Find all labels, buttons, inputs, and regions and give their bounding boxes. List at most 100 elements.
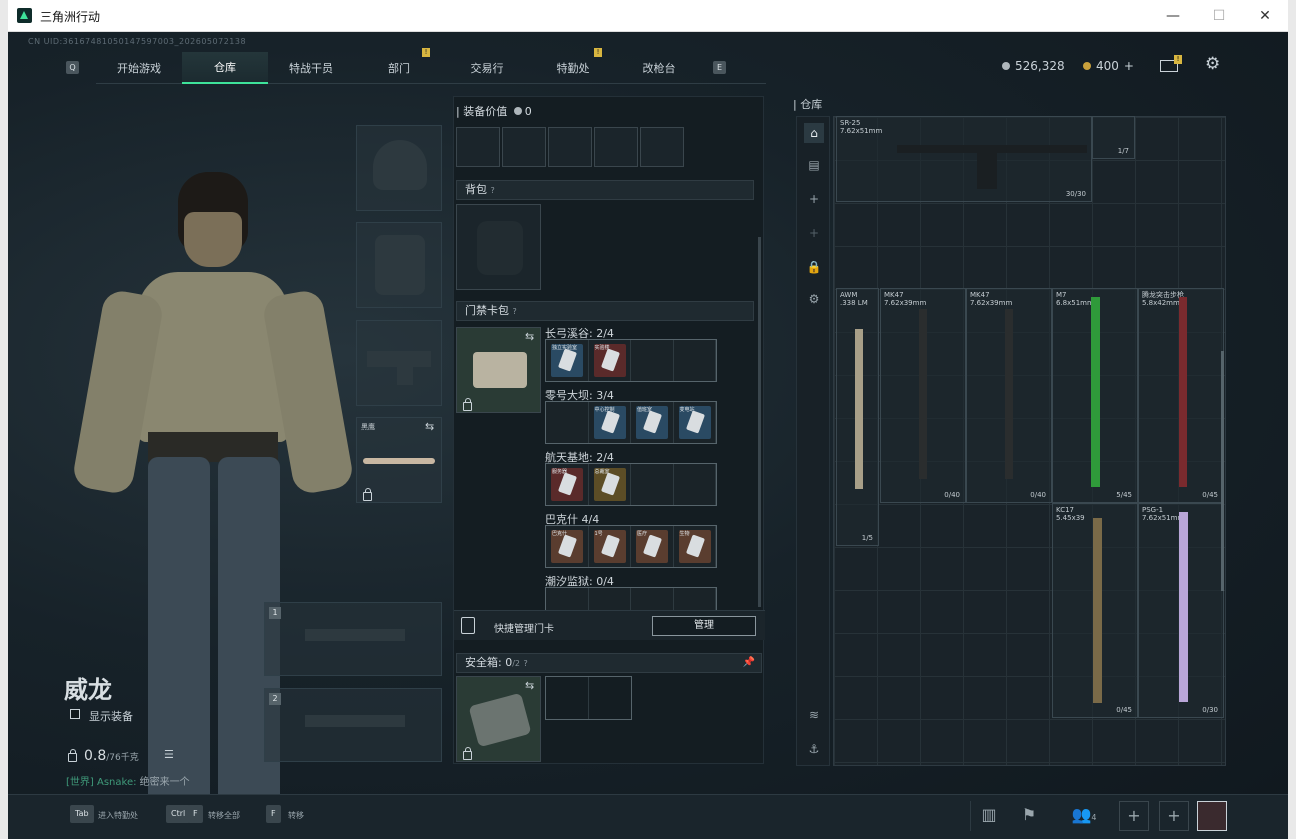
- transfer-all-label[interactable]: 转移全部: [208, 810, 240, 821]
- keycard-cell[interactable]: 实验楼: [589, 340, 631, 381]
- tab-gunsmith[interactable]: 改枪台: [616, 52, 702, 84]
- tab-trading[interactable]: 交易行: [444, 52, 530, 84]
- keycard-cell[interactable]: 独立实验室: [546, 340, 589, 381]
- ctrl-key-hint: Ctrl: [166, 805, 191, 823]
- weapon-item[interactable]: 腾龙突击步枪 5.8x42mm 0/45: [1138, 288, 1224, 503]
- keycard-tag: 总裁室: [594, 469, 610, 475]
- player-avatar[interactable]: [1197, 801, 1227, 831]
- keycard-tag: 巴克什: [552, 531, 568, 537]
- pocket-slot[interactable]: [502, 127, 546, 167]
- keycard-cell[interactable]: 巴克什: [546, 526, 589, 567]
- keycard-cell[interactable]: [674, 464, 716, 505]
- minimize-button[interactable]: —: [1150, 0, 1196, 32]
- settings-icon[interactable]: ⚙: [804, 289, 824, 309]
- keycard-cell[interactable]: 服务器: [546, 464, 589, 505]
- safebox-grid[interactable]: [545, 676, 632, 720]
- friends-icon[interactable]: 👥4: [1064, 801, 1104, 831]
- weapon-item[interactable]: M7 6.8x51mm 5/45: [1052, 288, 1138, 503]
- helmet-slot[interactable]: [356, 125, 442, 211]
- primary-weapon-slot-1[interactable]: 1: [264, 602, 442, 676]
- keycard-row[interactable]: 独立实验室 实验楼: [545, 339, 717, 382]
- keycard-case-slot[interactable]: ⇆: [456, 327, 541, 413]
- swap-icon[interactable]: ⇆: [425, 420, 434, 433]
- layers-icon[interactable]: ≋: [804, 705, 824, 725]
- pocket-slot[interactable]: [640, 127, 684, 167]
- keycard-cell[interactable]: [631, 340, 674, 381]
- close-button[interactable]: ✕: [1242, 0, 1288, 32]
- keycard-item[interactable]: 巴克什: [551, 530, 583, 563]
- ammo-item[interactable]: 1/7: [1092, 116, 1135, 159]
- tab-special-service[interactable]: 特勤处!: [530, 48, 616, 84]
- swap-icon[interactable]: ⇆: [525, 330, 534, 343]
- warehouse-scrollbar[interactable]: [1221, 351, 1224, 591]
- keycard-item[interactable]: 独立实验室: [551, 344, 583, 377]
- melee-name: 黑鹰: [361, 423, 375, 431]
- keycard-cell[interactable]: 值班室: [631, 402, 674, 443]
- weapon-item[interactable]: PSG-1 7.62x51mm 0/30: [1138, 503, 1224, 718]
- enter-special-label[interactable]: 进入特勤处: [98, 810, 138, 821]
- anchor-icon[interactable]: ⚓: [804, 739, 824, 759]
- keycard-row[interactable]: 服务器 总裁室: [545, 463, 717, 506]
- lock-icon[interactable]: 🔒: [804, 257, 824, 277]
- weapon-item[interactable]: MK47 7.62x39mm 0/40: [966, 288, 1052, 503]
- pistol-slot[interactable]: [356, 320, 442, 406]
- keycard-item[interactable]: 实验楼: [593, 344, 626, 377]
- list-icon[interactable]: ☰: [164, 748, 174, 761]
- keycard-cell[interactable]: [546, 402, 589, 443]
- tab-department[interactable]: 部门!: [354, 48, 444, 84]
- keycard-item[interactable]: 医疗: [636, 530, 668, 563]
- keycard-item[interactable]: 值班室: [636, 406, 668, 439]
- keycard-cell[interactable]: 变电站: [674, 402, 716, 443]
- settings-gear-icon[interactable]: ⚙: [1205, 54, 1220, 74]
- flag-icon[interactable]: ⚑: [1014, 801, 1044, 831]
- keycard-row[interactable]: 中心控制 值班室 变电站: [545, 401, 717, 444]
- keycard-item[interactable]: 1号: [593, 530, 626, 563]
- manage-button[interactable]: 管理: [652, 616, 756, 636]
- keycard-cell[interactable]: 医疗: [631, 526, 674, 567]
- keycard-cell[interactable]: 1号: [589, 526, 631, 567]
- weapon-item[interactable]: AWM .338 LM 1/5: [836, 288, 879, 546]
- add-icon[interactable]: +: [804, 189, 824, 209]
- melee-slot[interactable]: 黑鹰 ⇆: [356, 417, 442, 503]
- home-icon[interactable]: ⌂: [804, 123, 824, 143]
- quick-manage-label: 快捷管理门卡: [494, 624, 554, 635]
- weapon-item[interactable]: SR-25 7.62x51mm 30/30: [836, 116, 1092, 202]
- tab-operators[interactable]: 特战干员: [268, 52, 354, 84]
- tab-warehouse[interactable]: 仓库: [182, 52, 268, 84]
- weapon-item[interactable]: KC17 5.45x39 0/45: [1052, 503, 1138, 718]
- keycard-cell[interactable]: 中心控制: [589, 402, 631, 443]
- pocket-slot[interactable]: [594, 127, 638, 167]
- transfer-label[interactable]: 转移: [288, 810, 304, 821]
- tab-start-game[interactable]: 开始游戏: [96, 52, 182, 84]
- backpack-slot[interactable]: [456, 204, 541, 290]
- bottom-bar: Tab 进入特勤处 Ctrl F 转移全部 F 转移 ▥ ⚑ 👥4 + +: [8, 794, 1288, 839]
- pin-icon[interactable]: 📌: [743, 654, 755, 672]
- keycard-cell[interactable]: 总裁室: [589, 464, 631, 505]
- keycard-item[interactable]: 生物: [678, 530, 711, 563]
- add-party-slot-button[interactable]: +: [1119, 801, 1149, 831]
- primary-weapon-slot-2[interactable]: 2: [264, 688, 442, 762]
- loadout-scrollbar[interactable]: [758, 237, 761, 607]
- armor-slot[interactable]: [356, 222, 442, 308]
- folder-icon[interactable]: ▤: [804, 155, 824, 175]
- show-gear-checkbox[interactable]: [70, 709, 80, 719]
- maximize-button[interactable]: ☐: [1196, 0, 1242, 32]
- add-party-slot-button[interactable]: +: [1159, 801, 1189, 831]
- keycard-item[interactable]: 服务器: [551, 468, 583, 501]
- keycard-item[interactable]: 变电站: [678, 406, 711, 439]
- pocket-slot[interactable]: [548, 127, 592, 167]
- weapon-item[interactable]: MK47 7.62x39mm 0/40: [880, 288, 966, 503]
- swap-icon[interactable]: ⇆: [525, 679, 534, 692]
- keycard-row[interactable]: 巴克什 1号 医疗 生物: [545, 525, 717, 568]
- keycard-item[interactable]: 总裁室: [593, 468, 626, 501]
- keycard-cell[interactable]: [674, 340, 716, 381]
- keycard-tag: 服务器: [552, 469, 568, 475]
- stats-icon[interactable]: ▥: [974, 801, 1004, 831]
- chat-preview[interactable]: [世界] Asnake: 绝密来一个: [66, 773, 190, 788]
- keycard-item[interactable]: 中心控制: [593, 406, 626, 439]
- safebox-slot[interactable]: ⇆: [456, 676, 541, 762]
- pocket-slot[interactable]: [456, 127, 500, 167]
- keycard-cell[interactable]: [631, 464, 674, 505]
- keycard-cell[interactable]: 生物: [674, 526, 716, 567]
- gold-currency[interactable]: 400 +: [1083, 59, 1134, 73]
